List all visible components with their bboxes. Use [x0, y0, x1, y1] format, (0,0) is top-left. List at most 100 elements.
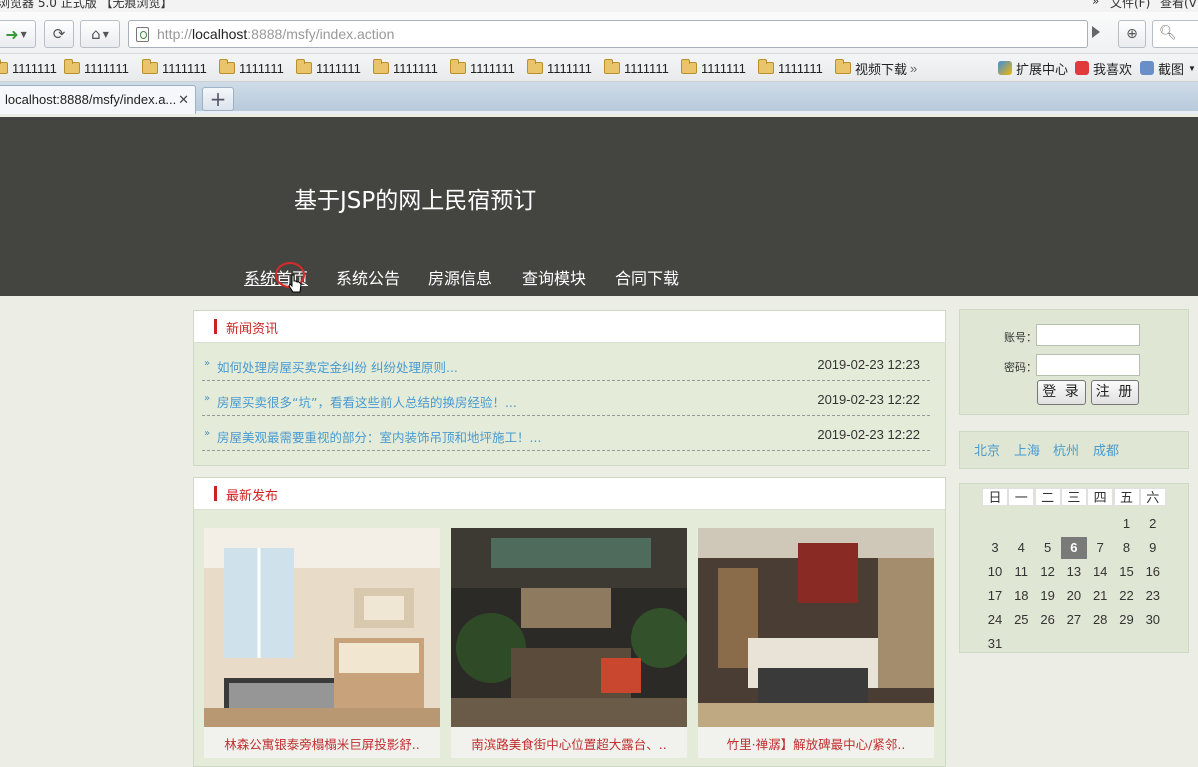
- bookmark-item[interactable]: 1111111: [604, 59, 669, 77]
- nav-query[interactable]: 查询模块: [522, 265, 586, 289]
- news-row[interactable]: » 房屋买卖很多“坑”，看看这些前人总结的换房经验！... 2019-02-23…: [202, 386, 930, 416]
- bookmark-item[interactable]: 1111111: [681, 59, 746, 77]
- calendar-day[interactable]: 11: [1008, 561, 1034, 583]
- tab-active[interactable]: localhost:8888/msfy/index.a... ✕: [0, 85, 196, 114]
- news-title[interactable]: 房屋美观最需要重视的部分：室内装饰吊顶和地坪施工！...: [217, 427, 541, 446]
- news-title[interactable]: 房屋买卖很多“坑”，看看这些前人总结的换房经验！...: [217, 392, 517, 411]
- calendar-day-today[interactable]: 6: [1060, 537, 1087, 559]
- bookmark-item[interactable]: 1111111: [450, 59, 515, 77]
- calendar-day[interactable]: 8: [1114, 537, 1140, 559]
- calendar-day[interactable]: 23: [1140, 585, 1166, 607]
- bookmark-item[interactable]: 1111111: [142, 59, 207, 77]
- city-link-beijing[interactable]: 北京: [974, 440, 1000, 459]
- tab-strip: localhost:8888/msfy/index.a... ✕ +: [0, 82, 1198, 114]
- account-input[interactable]: [1036, 324, 1140, 346]
- bookmark-item[interactable]: 1111111: [64, 59, 129, 77]
- calendar-day[interactable]: 9: [1140, 537, 1166, 559]
- calendar-day[interactable]: 18: [1008, 585, 1034, 607]
- calendar-day[interactable]: 5: [1035, 537, 1061, 559]
- listing-card[interactable]: 南滨路美食街中心位置超大露台、..: [451, 528, 687, 758]
- calendar-day[interactable]: 1: [1114, 513, 1140, 535]
- login-button[interactable]: 登 录: [1037, 380, 1086, 405]
- shield-icon[interactable]: ⊕: [1118, 20, 1146, 48]
- nav-announcements[interactable]: 系统公告: [336, 265, 400, 289]
- news-row[interactable]: » 如何处理房屋买卖定金纠纷 纠纷处理原则... 2019-02-23 12:2…: [202, 351, 930, 381]
- calendar-day[interactable]: 7: [1087, 537, 1113, 559]
- tool-label: 扩展中心: [1016, 61, 1069, 77]
- listing-caption[interactable]: 竹里·禅潺】解放碑最中心/紧邻..: [698, 734, 934, 753]
- password-input[interactable]: [1036, 354, 1140, 376]
- calendar-day[interactable]: 14: [1087, 561, 1113, 583]
- calendar-day[interactable]: 15: [1114, 561, 1140, 583]
- folder-icon: [219, 59, 235, 74]
- calendar-day[interactable]: 2: [1140, 513, 1166, 535]
- favorites-tool[interactable]: 我喜欢: [1075, 59, 1132, 77]
- nav-contract-download[interactable]: 合同下载: [615, 265, 679, 289]
- calendar-day[interactable]: 31: [982, 633, 1008, 655]
- close-icon[interactable]: ✕: [178, 92, 189, 108]
- listing-photo[interactable]: [451, 528, 687, 727]
- calendar-day[interactable]: 10: [982, 561, 1008, 583]
- bookmark-item[interactable]: 1111111: [373, 59, 438, 77]
- forward-button[interactable]: ➜ ▼: [0, 20, 36, 48]
- home-button[interactable]: ⌂ ▼: [80, 20, 120, 48]
- menu-view[interactable]: 查看(V): [1160, 0, 1198, 11]
- bookmark-label: 1111111: [470, 60, 515, 76]
- city-link-chengdu[interactable]: 成都: [1093, 440, 1119, 459]
- calendar-day[interactable]: 29: [1114, 609, 1140, 631]
- listing-caption[interactable]: 南滨路美食街中心位置超大露台、..: [451, 734, 687, 753]
- chevron-down-icon: ▼: [102, 29, 109, 39]
- bookmark-item[interactable]: 1111111: [296, 59, 361, 77]
- url-text[interactable]: http://localhost:8888/msfy/index.action: [157, 26, 394, 42]
- calendar-day[interactable]: 19: [1035, 585, 1061, 607]
- calendar-day[interactable]: 21: [1087, 585, 1113, 607]
- news-row[interactable]: » 房屋美观最需要重视的部分：室内装饰吊顶和地坪施工！... 2019-02-2…: [202, 421, 930, 451]
- calendar-day[interactable]: 22: [1114, 585, 1140, 607]
- calendar-day[interactable]: 26: [1035, 609, 1061, 631]
- calendar-day[interactable]: 27: [1061, 609, 1087, 631]
- listing-card[interactable]: 林森公寓银泰旁榻榻米巨屏投影舒..: [204, 528, 440, 758]
- calendar-weekday: 六: [1139, 488, 1166, 506]
- listing-card[interactable]: 竹里·禅潺】解放碑最中心/紧邻..: [698, 528, 934, 758]
- calendar-day[interactable]: 20: [1061, 585, 1087, 607]
- bookmark-item[interactable]: 1111111: [527, 59, 592, 77]
- new-tab-button[interactable]: +: [202, 87, 234, 111]
- register-button[interactable]: 注 册: [1091, 380, 1139, 405]
- calendar-day[interactable]: 3: [982, 537, 1008, 559]
- refresh-icon: ⟳: [52, 25, 66, 43]
- refresh-button[interactable]: ⟳: [44, 20, 74, 48]
- bookmark-item[interactable]: 1111111: [0, 59, 57, 77]
- news-panel-header: 新闻资讯: [194, 311, 945, 343]
- nav-listings[interactable]: 房源信息: [428, 265, 492, 289]
- calendar-day[interactable]: 17: [982, 585, 1008, 607]
- news-title[interactable]: 如何处理房屋买卖定金纠纷 纠纷处理原则...: [217, 357, 458, 376]
- bookmark-item[interactable]: 1111111: [758, 59, 823, 77]
- calendar-day[interactable]: 13: [1061, 561, 1087, 583]
- listing-caption[interactable]: 林森公寓银泰旁榻榻米巨屏投影舒..: [204, 734, 440, 753]
- bookmarks-overflow[interactable]: »: [910, 59, 917, 77]
- calendar-day[interactable]: 16: [1140, 561, 1166, 583]
- menu-file[interactable]: 文件(F): [1110, 0, 1150, 11]
- search-box[interactable]: 🔍︎: [1152, 20, 1198, 48]
- listing-photo[interactable]: [204, 528, 440, 727]
- listing-photo[interactable]: [698, 528, 934, 727]
- extension-center[interactable]: 扩展中心: [998, 59, 1068, 77]
- calendar-day[interactable]: 25: [1008, 609, 1034, 631]
- screenshot-tool[interactable]: 截图 ▼: [1140, 59, 1196, 77]
- city-link-hangzhou[interactable]: 杭州: [1053, 440, 1079, 459]
- extension-icon: [998, 61, 1012, 75]
- city-link-shanghai[interactable]: 上海: [1014, 440, 1040, 459]
- site-title: 基于JSP的网上民宿预订: [294, 188, 537, 214]
- address-bar[interactable]: http://localhost:8888/msfy/index.action …: [128, 20, 1088, 48]
- bookmark-item-video[interactable]: 视频下载: [835, 59, 907, 77]
- go-icon[interactable]: [1092, 26, 1100, 38]
- calendar-day[interactable]: 24: [982, 609, 1008, 631]
- password-label: 密码：: [1004, 361, 1037, 374]
- calendar-day[interactable]: 12: [1035, 561, 1061, 583]
- bookmark-item[interactable]: 1111111: [219, 59, 284, 77]
- calendar-day[interactable]: 4: [1008, 537, 1034, 559]
- news-heading: 新闻资讯: [226, 322, 279, 337]
- calendar-day[interactable]: 28: [1087, 609, 1113, 631]
- calendar-day[interactable]: 30: [1140, 609, 1166, 631]
- menu-overflow[interactable]: »: [1092, 0, 1099, 8]
